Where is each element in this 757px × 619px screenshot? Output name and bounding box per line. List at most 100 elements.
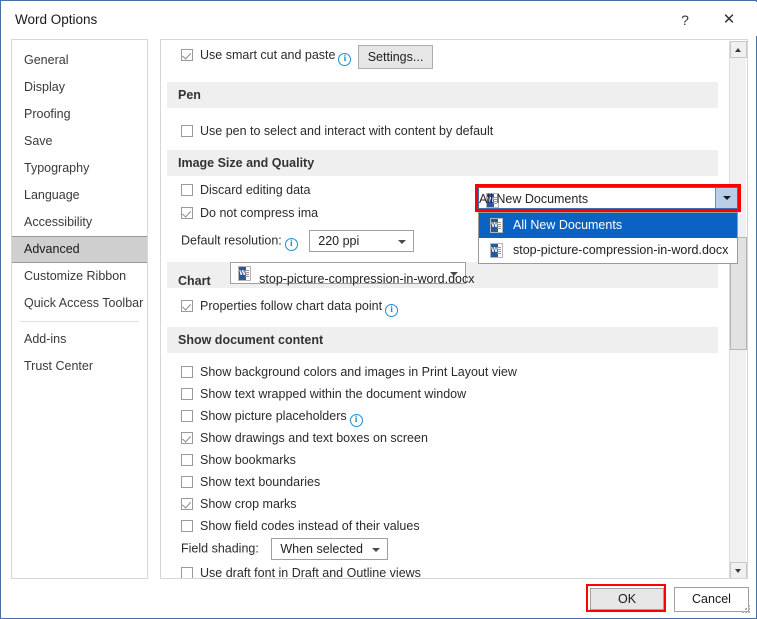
dropdown-option-current-document[interactable]: stop-picture-compression-in-word.docx <box>479 238 737 263</box>
show-field-codes-label: Show field codes instead of their values <box>200 519 420 533</box>
vertical-scrollbar[interactable] <box>729 41 747 578</box>
chart-section-header: Chart stop-picture-compression-in-word.d… <box>167 262 718 288</box>
default-resolution-combo[interactable]: 220 ppi <box>309 230 415 252</box>
use-pen-checkbox[interactable] <box>181 125 193 137</box>
draft-font-row[interactable]: Use draft font in Draft and Outline view… <box>181 566 421 579</box>
use-draft-font-label: Use draft font in Draft and Outline view… <box>200 566 421 579</box>
checkbox-row[interactable]: Show text wrapped within the document wi… <box>181 387 466 401</box>
chevron-down-icon <box>372 548 381 552</box>
sidebar-item-display[interactable]: Display <box>12 74 147 101</box>
image-size-scope-dropdown[interactable]: All New Documents All New Documents stop… <box>475 184 741 264</box>
page-title: Word Options <box>15 12 98 27</box>
show-drawings-checkbox[interactable] <box>181 432 193 444</box>
sidebar-item-customize-ribbon[interactable]: Customize Ribbon <box>12 263 147 290</box>
caret-down-icon <box>735 569 741 573</box>
dropdown-toggle-button[interactable] <box>715 188 737 208</box>
info-icon[interactable]: i <box>284 238 298 252</box>
caret-up-icon <box>735 48 741 52</box>
options-panel: Use smart cut and paste i Settings... Pen… <box>160 39 748 579</box>
use-pen-label: Use pen to select and interact with cont… <box>200 124 494 138</box>
info-icon[interactable]: i <box>385 304 399 317</box>
scroll-up-button[interactable] <box>730 41 747 58</box>
sidebar-item-language[interactable]: Language <box>12 182 147 209</box>
show-bookmarks-checkbox[interactable] <box>181 454 193 466</box>
word-options-dialog: Word Options ? ✕ General Display Proofin… <box>0 0 757 619</box>
checkbox-row[interactable]: Show drawings and text boxes on screen <box>181 431 428 445</box>
use-pen-row[interactable]: Use pen to select and interact with cont… <box>181 124 493 138</box>
resize-grip-icon[interactable] <box>742 605 752 615</box>
ok-button-highlight: OK <box>586 584 666 612</box>
help-icon[interactable]: ? <box>670 8 700 32</box>
title-bar: Word Options ? ✕ <box>2 2 757 36</box>
show-background-colors-checkbox[interactable] <box>181 366 193 378</box>
do-not-compress-checkbox[interactable] <box>181 207 193 219</box>
smart-cut-paste-checkbox[interactable] <box>181 49 193 61</box>
dropdown-selected-box[interactable]: All New Documents <box>475 184 741 212</box>
chart-scope-combo[interactable]: stop-picture-compression-in-word.docx <box>230 262 475 286</box>
show-bookmarks-label: Show bookmarks <box>200 453 296 467</box>
default-resolution-row: Default resolution: i 220 ppi <box>181 230 415 252</box>
show-crop-marks-checkbox[interactable] <box>181 498 193 510</box>
field-shading-combo[interactable]: When selected <box>271 538 389 560</box>
sidebar-item-add-ins[interactable]: Add-ins <box>12 326 147 353</box>
cancel-button[interactable]: Cancel <box>674 587 749 612</box>
use-draft-font-checkbox[interactable] <box>181 567 193 578</box>
sidebar-item-proofing[interactable]: Proofing <box>12 101 147 128</box>
dropdown-option-list: All New Documents stop-picture-compressi… <box>478 212 738 264</box>
show-background-colors-label: Show background colors and images in Pri… <box>200 365 517 379</box>
chevron-down-icon <box>723 196 731 200</box>
dropdown-field[interactable]: All New Documents <box>478 187 738 209</box>
sidebar-item-typography[interactable]: Typography <box>12 155 147 182</box>
sidebar-item-advanced[interactable]: Advanced <box>12 236 147 263</box>
properties-follow-checkbox[interactable] <box>181 300 193 312</box>
show-document-content-section-header: Show document content <box>167 327 718 353</box>
settings-button[interactable]: Settings... <box>358 45 433 69</box>
sidebar-divider <box>20 321 139 322</box>
dropdown-option-all-new-documents[interactable]: All New Documents <box>479 213 737 238</box>
chevron-down-icon <box>450 272 459 276</box>
word-document-icon <box>490 218 503 233</box>
do-not-compress-label: Do not compress ima <box>200 206 319 220</box>
show-drawings-label: Show drawings and text boxes on screen <box>200 431 428 445</box>
checkbox-row[interactable]: Show bookmarks <box>181 453 296 467</box>
options-scroll-content: Use smart cut and paste i Settings... Pen… <box>161 40 741 579</box>
chart-scope-value: stop-picture-compression-in-word.docx <box>259 272 475 286</box>
discard-editing-checkbox[interactable] <box>181 184 193 196</box>
sidebar-item-save[interactable]: Save <box>12 128 147 155</box>
smart-cut-paste-row[interactable]: Use smart cut and paste i <box>181 48 352 66</box>
checkbox-row[interactable]: Show background colors and images in Pri… <box>181 365 517 379</box>
default-resolution-value: 220 ppi <box>318 234 360 248</box>
checkbox-row[interactable]: Show picture placeholders i <box>181 409 363 427</box>
do-not-compress-row[interactable]: Do not compress ima <box>181 206 318 220</box>
close-icon[interactable]: ✕ <box>714 8 744 32</box>
dropdown-option-label: All New Documents <box>513 218 623 232</box>
show-text-boundaries-checkbox[interactable] <box>181 476 193 488</box>
properties-follow-label: Properties follow chart data point <box>200 299 383 313</box>
show-crop-marks-label: Show crop marks <box>200 497 297 511</box>
discard-editing-row[interactable]: Discard editing data <box>181 183 310 197</box>
info-icon[interactable]: i <box>349 414 363 427</box>
properties-follow-row[interactable]: Properties follow chart data point i <box>181 299 399 317</box>
show-picture-placeholders-checkbox[interactable] <box>181 410 193 422</box>
checkbox-row[interactable]: Show field codes instead of their values <box>181 519 420 533</box>
show-text-wrapped-label: Show text wrapped within the document wi… <box>200 387 467 401</box>
chart-section-label: Chart <box>178 274 211 288</box>
show-picture-placeholders-label: Show picture placeholders <box>200 409 347 423</box>
show-text-boundaries-label: Show text boundaries <box>200 475 321 489</box>
smart-cut-paste-label: Use smart cut and paste <box>200 48 336 62</box>
field-shading-value: When selected <box>280 542 363 556</box>
checkbox-row[interactable]: Show crop marks <box>181 497 297 511</box>
show-field-codes-checkbox[interactable] <box>181 520 193 532</box>
dropdown-option-label: stop-picture-compression-in-word.docx <box>513 243 729 257</box>
checkbox-row[interactable]: Show text boundaries <box>181 475 320 489</box>
sidebar: General Display Proofing Save Typography… <box>11 39 148 579</box>
ok-button[interactable]: OK <box>590 588 664 610</box>
sidebar-item-trust-center[interactable]: Trust Center <box>12 353 147 380</box>
show-text-wrapped-checkbox[interactable] <box>181 388 193 400</box>
sidebar-item-general[interactable]: General <box>12 47 147 74</box>
sidebar-item-accessibility[interactable]: Accessibility <box>12 209 147 236</box>
info-icon[interactable]: i <box>338 53 352 66</box>
dropdown-selected-value: All New Documents <box>479 192 589 206</box>
sidebar-item-quick-access-toolbar[interactable]: Quick Access Toolbar <box>12 290 147 317</box>
scroll-down-button[interactable] <box>730 562 747 578</box>
